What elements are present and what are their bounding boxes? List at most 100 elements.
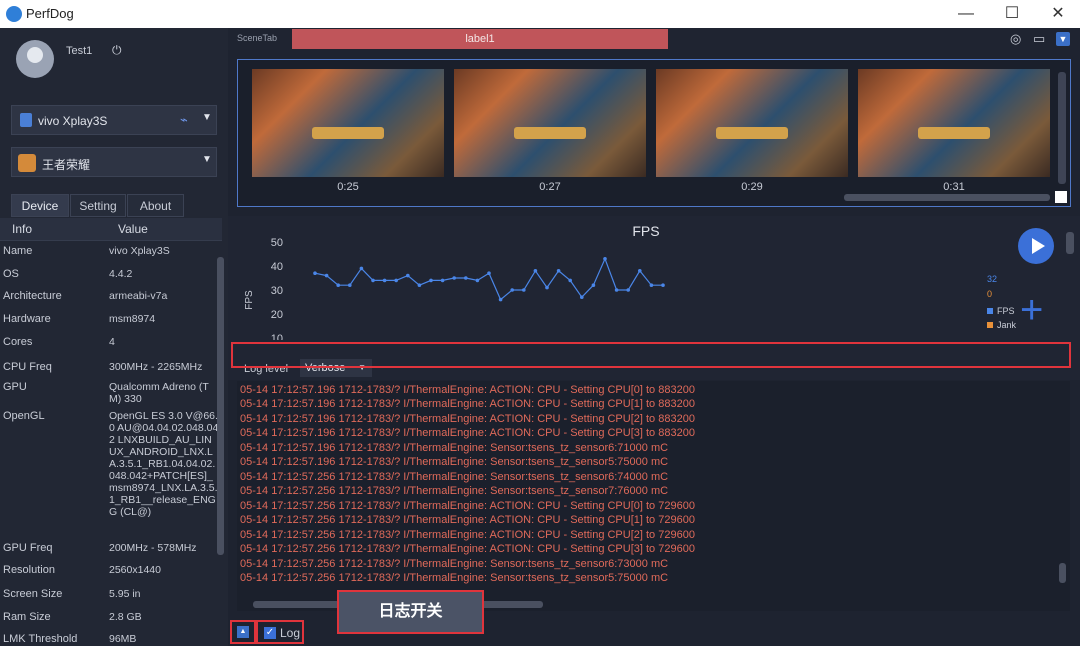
info-value: Qualcomm Adreno (TM) 330 xyxy=(109,381,209,405)
log-line: 05-14 17:12:57.196 1712-1783/? I/Thermal… xyxy=(240,427,695,439)
info-key: Ram Size xyxy=(3,611,51,623)
y-tick-label: 30 xyxy=(271,285,283,297)
current-jank-value: 0 xyxy=(987,289,993,299)
log-line: 05-14 17:12:57.196 1712-1783/? I/Thermal… xyxy=(240,413,695,425)
info-table-header: Info Value xyxy=(0,218,222,241)
thumbnail-time: 0:25 xyxy=(337,181,359,193)
fps-point xyxy=(406,273,410,278)
chart-ylabel: FPS xyxy=(244,290,255,310)
thumbnail-corner xyxy=(1055,191,1067,203)
info-key: GPU Freq xyxy=(3,542,53,554)
info-scrollbar[interactable] xyxy=(217,257,224,555)
thumbnail-time: 0:27 xyxy=(539,181,561,193)
fps-point xyxy=(614,288,619,292)
minimize-button[interactable]: — xyxy=(944,2,988,26)
fps-point xyxy=(487,271,491,275)
info-key: Name xyxy=(3,245,33,257)
thumbnail-vertical-scrollbar[interactable] xyxy=(1058,72,1066,184)
log-line: 05-14 17:12:57.256 1712-1783/? I/Thermal… xyxy=(240,543,695,555)
fps-point xyxy=(313,271,317,275)
log-vertical-scrollbar[interactable] xyxy=(1059,563,1066,583)
fps-point xyxy=(568,278,572,283)
log-line: 05-14 17:12:57.256 1712-1783/? I/Thermal… xyxy=(240,485,669,497)
screenshot-strip: 0:25 0:27 0:29 0:31 xyxy=(237,59,1071,207)
avatar[interactable] xyxy=(16,40,54,78)
tab-setting[interactable]: Setting xyxy=(70,194,126,217)
fps-point xyxy=(452,276,456,280)
log-line: 05-14 17:12:57.256 1712-1783/? I/Thermal… xyxy=(240,529,695,541)
screenshot-thumbnail[interactable] xyxy=(454,69,646,177)
fps-point xyxy=(394,278,398,283)
info-key: Cores xyxy=(3,336,33,348)
fps-point xyxy=(336,283,340,287)
log-line: 05-14 17:12:57.196 1712-1783/? I/Thermal… xyxy=(240,384,695,396)
info-key: Hardware xyxy=(3,313,51,325)
screenshot-thumbnail[interactable] xyxy=(252,69,444,177)
tab-device[interactable]: Device xyxy=(11,194,69,217)
app-select[interactable]: 王者荣耀 ▼ xyxy=(11,147,217,177)
scene-tab-bar: SceneTab label1 ◎ ▭ ▼ xyxy=(228,28,1080,50)
fps-point xyxy=(545,285,549,290)
info-value: 200MHz - 578MHz xyxy=(109,542,197,554)
maximize-button[interactable]: ☐ xyxy=(990,2,1034,26)
fps-point xyxy=(464,276,468,280)
chart-scrollbar[interactable] xyxy=(1066,232,1074,254)
info-value: OpenGL ES 3.0 V@66.0 AU@04.04.02.048.042… xyxy=(109,410,219,518)
highlight-box xyxy=(231,342,1071,368)
user-icon xyxy=(27,47,43,63)
info-key: GPU xyxy=(3,381,27,393)
chart-title: FPS xyxy=(632,223,659,239)
folder-icon[interactable]: ▭ xyxy=(1033,31,1045,47)
info-value: vivo Xplay3S xyxy=(109,245,170,257)
plus-icon[interactable]: + xyxy=(1020,290,1043,330)
window-titlebar: PerfDog — ☐ ✕ xyxy=(0,0,1080,28)
left-tabs: Device Setting About xyxy=(0,194,228,218)
fps-point xyxy=(603,257,607,261)
scene-tab-label: SceneTab xyxy=(237,33,278,43)
info-value: msm8974 xyxy=(109,313,156,325)
fps-chart: FPS FPS 50 40 30 20 10 32 0 FPS Jank + xyxy=(228,216,1080,340)
close-button[interactable]: ✕ xyxy=(1036,2,1080,26)
fps-point xyxy=(324,273,329,278)
thumbnail-horizontal-scrollbar[interactable] xyxy=(844,194,1050,201)
chevron-down-icon: ▼ xyxy=(202,112,212,123)
info-key: LMK Threshold xyxy=(3,633,78,645)
info-key: Resolution xyxy=(3,564,55,576)
tab-label1[interactable]: label1 xyxy=(292,29,668,49)
y-tick-label: 50 xyxy=(271,237,283,249)
info-value: 4 xyxy=(109,336,115,348)
device-select[interactable]: vivo Xplay3S ⌁ ▼ xyxy=(11,105,217,135)
android-icon xyxy=(20,113,32,127)
fps-point xyxy=(591,283,596,287)
fps-point xyxy=(661,283,665,287)
screenshot-thumbnail[interactable] xyxy=(858,69,1050,177)
thumbnail-time: 0:29 xyxy=(741,181,763,193)
tab-about[interactable]: About xyxy=(127,194,184,217)
info-value: 2.8 GB xyxy=(109,611,142,623)
info-key: OS xyxy=(3,268,19,280)
fps-line xyxy=(314,257,663,301)
value-column-header: Value xyxy=(118,222,148,236)
info-value: 2560x1440 xyxy=(109,564,161,576)
location-icon[interactable]: ◎ xyxy=(1010,31,1021,47)
info-key: CPU Freq xyxy=(3,361,52,373)
usb-icon[interactable]: ⌁ xyxy=(180,112,188,128)
legend-jank-label: Jank xyxy=(997,320,1017,330)
legend-jank: Jank xyxy=(987,320,1016,330)
log-line: 05-14 17:12:57.256 1712-1783/? I/Thermal… xyxy=(240,471,669,483)
y-axis-ticks: 50 40 30 20 10 xyxy=(271,237,283,340)
play-button[interactable] xyxy=(1018,228,1054,264)
perfdog-logo-icon xyxy=(6,6,22,22)
app-select-label: 王者荣耀 xyxy=(42,158,91,172)
screenshot-thumbnail[interactable] xyxy=(656,69,848,177)
log-line: 05-14 17:12:57.256 1712-1783/? I/Thermal… xyxy=(240,572,669,584)
power-icon[interactable]: ⏻ xyxy=(112,43,122,58)
device-select-label: vivo Xplay3S xyxy=(38,114,108,128)
y-tick-label: 20 xyxy=(271,309,283,321)
annotation-callout: 日志开关 xyxy=(337,590,484,634)
current-fps-value: 32 xyxy=(987,274,998,284)
fps-point xyxy=(348,283,352,287)
info-value: 4.4.2 xyxy=(109,268,133,280)
dropdown-icon[interactable]: ▼ xyxy=(1056,32,1070,46)
log-line: 05-14 17:12:57.196 1712-1783/? I/Thermal… xyxy=(240,442,669,454)
